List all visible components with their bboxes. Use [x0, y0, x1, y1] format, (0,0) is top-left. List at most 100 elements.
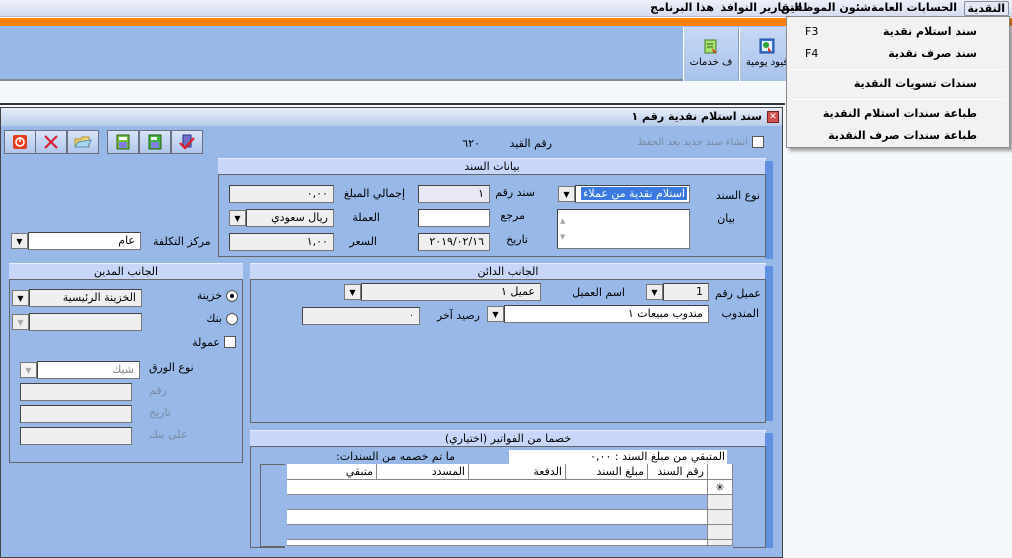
cost-center-dropdown-button[interactable]: ▼: [11, 233, 28, 249]
menu-bar: النقدية الحسابات العامة شئون الموظفين ال…: [0, 0, 1012, 17]
column-header[interactable]: المسدد: [377, 464, 469, 480]
menu-item-print-payments[interactable]: طباعة سندات صرف النقدية: [828, 129, 977, 142]
reference-field[interactable]: [418, 209, 490, 227]
description-label: بيان: [717, 212, 735, 225]
close-window-button[interactable]: ✕: [767, 111, 779, 123]
voucher-number-field[interactable]: ١: [418, 185, 490, 203]
table-row[interactable]: [287, 510, 708, 525]
description-textarea[interactable]: ▲ ▼: [557, 209, 690, 249]
scroll-up-icon[interactable]: ▲: [560, 213, 565, 229]
paper-number-field[interactable]: [20, 383, 132, 401]
paper-date-label: تاريخ: [149, 406, 171, 419]
customer-name-dropdown-button[interactable]: ▼: [344, 284, 361, 300]
voucher-type-select[interactable]: استلام نقدية من عملاء: [575, 185, 690, 203]
total-amount-field: ٠,٠٠: [229, 185, 334, 203]
treasury-radio[interactable]: [226, 290, 238, 302]
exit-icon: [13, 135, 27, 149]
chevron-down-icon: ▼: [16, 236, 23, 246]
column-header[interactable]: مبلغ السند: [566, 464, 648, 480]
menu-about[interactable]: هذا البرنامج: [647, 1, 717, 16]
cost-center-label: مركز التكلفة: [153, 235, 211, 248]
chevron-down-icon: ▼: [234, 213, 241, 223]
table-row[interactable]: [287, 480, 708, 495]
menu-windows[interactable]: النوافذ: [717, 1, 760, 16]
sales-rep-label: المندوب: [721, 307, 759, 320]
credit-side-section: عميل رقم 1 ▼ اسم العميل عميل ١ ▼ المندوب…: [250, 279, 766, 423]
currency-dropdown-button[interactable]: ▼: [229, 210, 246, 226]
menu-cash[interactable]: النقدية: [963, 1, 1009, 16]
scroll-down-icon[interactable]: ▼: [560, 229, 565, 245]
bank-dropdown-button[interactable]: ▼: [12, 314, 29, 330]
treasury-select[interactable]: الخزينة الرئيسية: [29, 289, 142, 307]
bank-radio[interactable]: [226, 313, 238, 325]
invoices-grid[interactable]: رقم السند مبلغ السند الدفعة المسدد متبقي…: [285, 464, 733, 550]
services-icon: [704, 39, 717, 54]
column-header[interactable]: الدفعة: [469, 464, 566, 480]
cost-center-select[interactable]: عام: [28, 232, 141, 250]
section-edge: [765, 161, 773, 259]
menu-item-cash-receipt[interactable]: سند استلام نقدية: [883, 25, 977, 38]
delete-icon: [44, 135, 58, 149]
shortcut-f4: F4: [805, 47, 819, 60]
sales-rep-dropdown-button[interactable]: ▼: [487, 306, 504, 322]
on-bank-field[interactable]: [20, 427, 132, 445]
sales-rep-select[interactable]: مندوب مبيعات ١: [504, 305, 709, 323]
open-button[interactable]: [67, 130, 99, 154]
ribbon-toolbar: قيود يومية ف خدمات: [0, 26, 795, 81]
customer-name-label: اسم العميل: [572, 286, 625, 299]
menu-general-accounts[interactable]: الحسابات العامة: [868, 1, 960, 16]
save-button[interactable]: [139, 130, 171, 154]
column-header[interactable]: متبقي: [287, 464, 377, 480]
bank-select[interactable]: [29, 313, 142, 331]
paper-number-label: رقم: [149, 384, 167, 397]
customer-number-label: عميل رقم: [715, 287, 761, 300]
menu-item-cash-settlements[interactable]: سندات تسويات النقدية: [854, 77, 977, 90]
menu-item-print-receipts[interactable]: طباعة سندات استلام النقدية: [823, 107, 977, 120]
invoices-header: خصما من الفواتير (اختياري): [250, 430, 766, 446]
exit-button[interactable]: [4, 130, 36, 154]
last-balance-field: ٠: [302, 307, 420, 325]
treasury-dropdown-button[interactable]: ▼: [12, 290, 29, 306]
row-selector[interactable]: [708, 525, 733, 540]
row-selector[interactable]: [708, 495, 733, 510]
create-new-after-save-label: انشاء سند جديد بعد الحفظ: [637, 137, 748, 148]
voucher-type-dropdown-button[interactable]: ▼: [558, 186, 575, 202]
ribbon-footer: [0, 83, 785, 105]
table-row[interactable]: [287, 525, 708, 540]
date-field[interactable]: ٢٠١٩/٠٢/١٦: [418, 233, 490, 251]
paper-type-dropdown-button[interactable]: ▼: [20, 362, 37, 378]
save-new-icon: [116, 134, 130, 150]
menu-reports[interactable]: التقارير: [757, 1, 805, 16]
services-button[interactable]: ف خدمات: [683, 27, 739, 81]
paper-date-field[interactable]: [20, 405, 132, 423]
create-new-after-save-checkbox[interactable]: [752, 136, 764, 148]
customer-number-dropdown-button[interactable]: ▼: [646, 284, 663, 300]
table-row[interactable]: [287, 540, 708, 546]
row-selector[interactable]: [708, 540, 733, 546]
exchange-rate-field[interactable]: ١,٠٠: [229, 233, 334, 251]
customer-number-field[interactable]: 1: [663, 283, 709, 301]
voucher-data-header: بيانات السند: [218, 158, 766, 174]
table-row[interactable]: [287, 495, 708, 510]
paper-type-label: نوع الورق: [149, 361, 194, 374]
menu-item-cash-payment[interactable]: سند صرف نقدية: [888, 47, 977, 60]
window-title: سند استلام نقدية رقم ١: [631, 110, 762, 123]
delete-button[interactable]: [35, 130, 67, 154]
commission-checkbox[interactable]: [224, 336, 236, 348]
section-edge: [765, 433, 773, 548]
row-selector[interactable]: [708, 510, 733, 525]
post-button[interactable]: [171, 130, 203, 154]
rate-label: السعر: [349, 235, 377, 248]
column-header[interactable]: رقم السند: [648, 464, 708, 480]
customer-name-select[interactable]: عميل ١: [361, 283, 541, 301]
paper-type-select[interactable]: شيك: [37, 361, 140, 379]
chevron-down-icon: ▼: [17, 293, 24, 303]
save-new-button[interactable]: [107, 130, 139, 154]
section-edge: [765, 266, 773, 421]
reference-label: مرجع: [500, 209, 525, 222]
currency-select[interactable]: ريال سعودي: [246, 209, 334, 227]
form-toolbar: [4, 130, 204, 154]
chevron-down-icon: ▼: [25, 365, 32, 375]
open-folder-icon: [74, 136, 92, 148]
shortcut-f3: F3: [805, 25, 819, 38]
